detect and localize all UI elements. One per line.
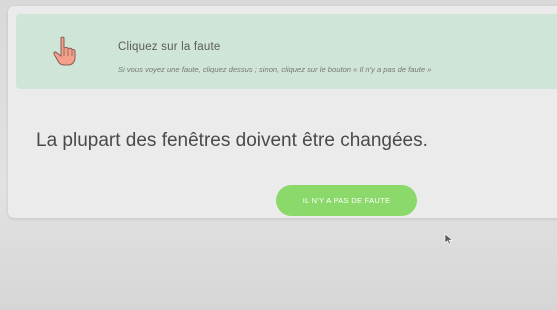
instruction-text: Si vous voyez une faute, cliquez dessus … — [118, 65, 432, 74]
screen: Cliquez sur la faute Si vous voyez une f… — [0, 0, 557, 310]
mouse-cursor-icon — [444, 233, 454, 245]
hand-pointer-icon — [53, 36, 76, 66]
no-error-button[interactable]: IL N'Y A PAS DE FAUTE — [276, 185, 417, 216]
exercise-sentence[interactable]: La plupart des fenêtres doivent être cha… — [36, 130, 428, 152]
instruction-banner — [16, 14, 557, 89]
instruction-title: Cliquez sur la faute — [118, 41, 221, 53]
